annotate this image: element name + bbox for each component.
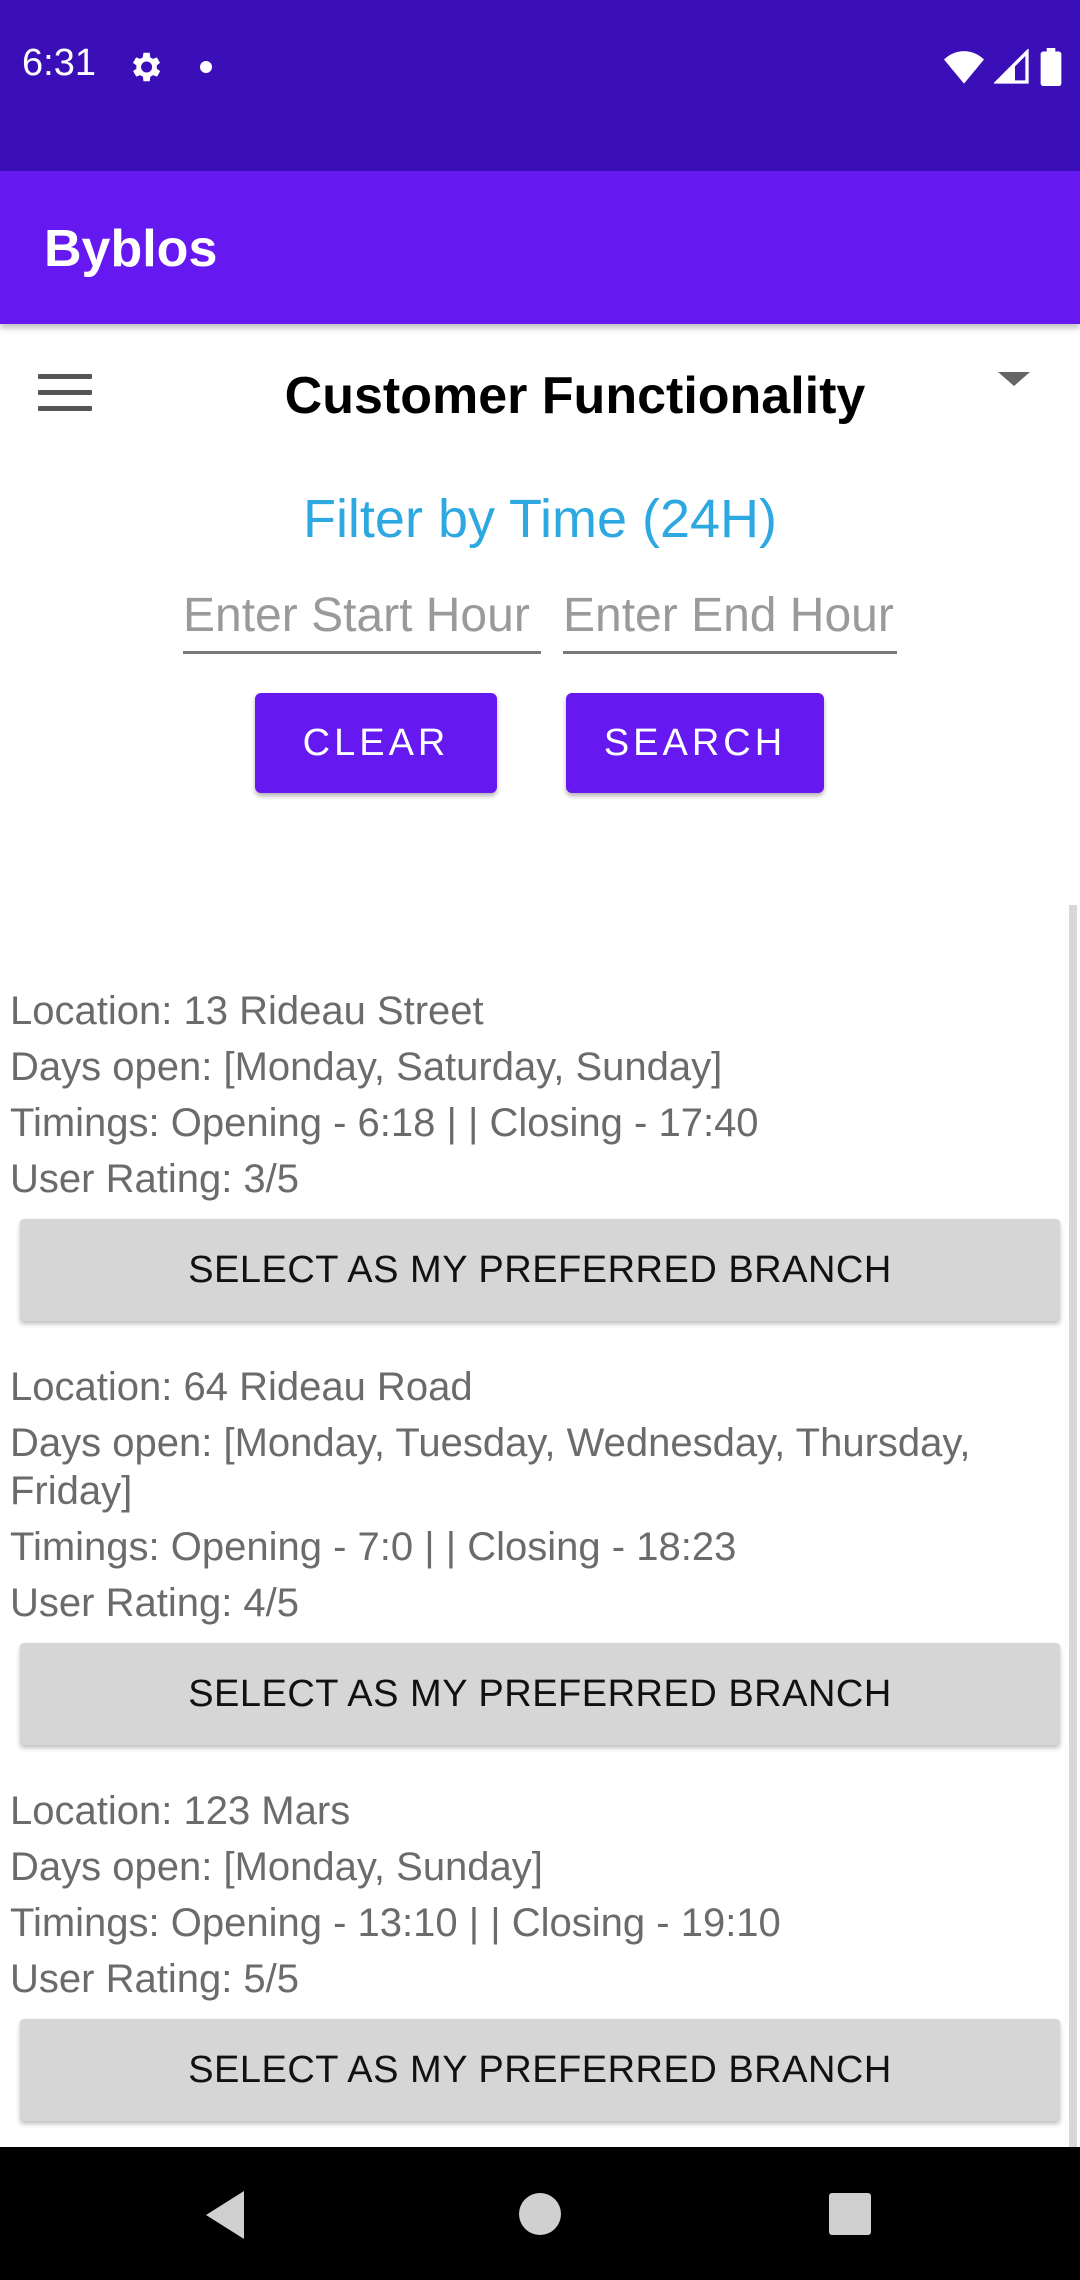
branch-location: Location: 13 Rideau Street — [10, 989, 484, 1033]
select-preferred-branch-button[interactable]: SELECT AS MY PREFERRED BRANCH — [20, 1219, 1060, 1321]
branch-rating: User Rating: 4/5 — [10, 1581, 300, 1625]
branch-days: Days open: [Monday, Saturday, Sunday] — [10, 1045, 723, 1089]
recents-icon[interactable] — [829, 2193, 871, 2235]
search-button[interactable]: SEARCH — [566, 693, 824, 793]
branch-rating: User Rating: 5/5 — [10, 1957, 300, 2001]
branch-location: Location: 64 Rideau Road — [10, 1365, 473, 1409]
app-title: Byblos — [44, 220, 218, 278]
list-item: Location: 64 Rideau Road Days open: [Mon… — [0, 1359, 1060, 1745]
dropdown-arrow-icon[interactable] — [998, 372, 1030, 386]
hamburger-menu-icon[interactable] — [38, 374, 92, 420]
gear-icon — [132, 52, 161, 82]
notification-dot-icon — [200, 61, 212, 73]
branch-timings: Timings: Opening - 13:10 | | Closing - 1… — [10, 1901, 781, 1945]
battery-icon — [1040, 48, 1062, 86]
select-preferred-branch-button[interactable]: SELECT AS MY PREFERRED BRANCH — [20, 1643, 1060, 1745]
home-icon[interactable] — [519, 2193, 561, 2235]
clear-button[interactable]: CLEAR — [255, 693, 497, 793]
list-item: Location: 13 Rideau Street Days open: [M… — [0, 983, 1060, 1321]
filter-title: Filter by Time (24H) — [302, 489, 778, 549]
back-icon[interactable] — [206, 2191, 244, 2239]
functionality-spinner[interactable]: Customer Functionality — [150, 366, 1000, 426]
branch-timings: Timings: Opening - 7:0 | | Closing - 18:… — [10, 1525, 737, 1569]
branch-days: Days open: [Monday, Tuesday, Wednesday, … — [10, 1421, 971, 1513]
status-bar: 6:31 — [0, 0, 1080, 171]
branch-days: Days open: [Monday, Sunday] — [10, 1845, 543, 1889]
list-item: Location: 123 Mars Days open: [Monday, S… — [0, 1783, 1060, 2121]
list-scrollbar[interactable] — [1069, 905, 1077, 2147]
branch-rating: User Rating: 3/5 — [10, 1157, 300, 1201]
status-time: 6:31 — [22, 42, 96, 84]
cell-signal-icon — [994, 49, 1029, 84]
start-hour-input[interactable] — [183, 580, 541, 654]
status-icons — [944, 48, 1062, 86]
select-preferred-branch-button[interactable]: SELECT AS MY PREFERRED BRANCH — [20, 2019, 1060, 2121]
branch-timings: Timings: Opening - 6:18 | | Closing - 17… — [10, 1101, 759, 1145]
navigation-bar — [0, 2147, 1080, 2280]
app-bar: Byblos — [0, 171, 1080, 324]
branch-location: Location: 123 Mars — [10, 1789, 351, 1833]
wifi-icon — [944, 51, 984, 84]
end-hour-input[interactable] — [563, 580, 897, 654]
branch-list[interactable]: Location: 13 Rideau Street Days open: [M… — [0, 905, 1080, 2147]
